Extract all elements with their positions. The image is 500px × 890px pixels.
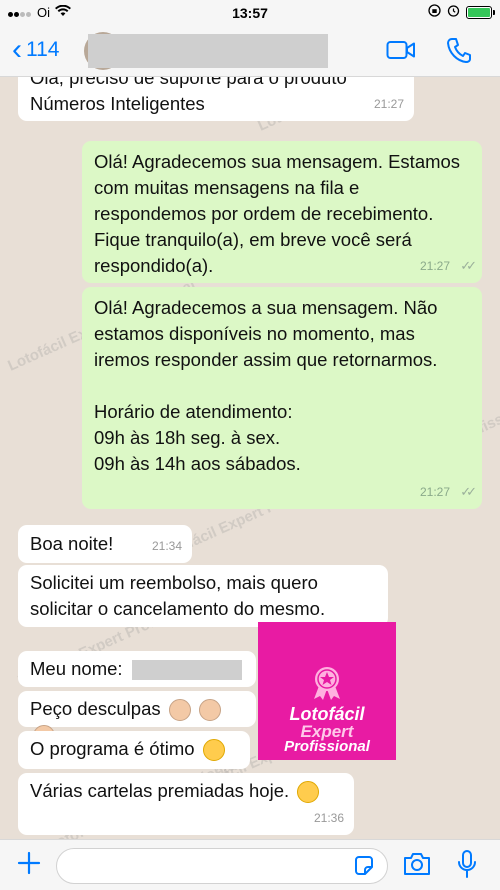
facepalm-emoji-icon — [168, 699, 191, 722]
message-time: 21:27 — [373, 97, 404, 111]
message-input[interactable] — [56, 848, 388, 884]
orientation-lock-icon — [428, 4, 441, 20]
message-time: 21:27 — [419, 485, 450, 499]
status-right — [428, 4, 495, 20]
message-incoming[interactable]: Solicitei um reembolso, mais quero solic… — [18, 565, 388, 627]
alarm-icon — [447, 4, 460, 20]
message-incoming[interactable]: Olá, preciso de suporte para o produto N… — [18, 77, 414, 121]
message-outgoing[interactable]: Olá! Agradecemos sua mensagem. Estamos c… — [82, 141, 482, 283]
message-text: Números Inteligentes — [30, 93, 205, 114]
message-text: Meu nome: — [30, 658, 123, 679]
message-time: 21:36 — [313, 811, 344, 825]
message-incoming[interactable]: Boa noite! 21:34 — [18, 525, 192, 563]
sticker-icon[interactable] — [353, 855, 375, 882]
chat-area[interactable]: Lotofácil Expert Profissional Lotofácil … — [0, 77, 500, 839]
message-text: Várias cartelas premiadas hoje. — [30, 780, 290, 801]
message-incoming[interactable]: O programa é ótimo — [18, 731, 250, 769]
star-struck-emoji-icon — [297, 781, 320, 804]
message-text: Olá! Agradecemos sua mensagem. Estamos c… — [94, 151, 461, 276]
microphone-icon[interactable] — [456, 849, 478, 884]
star-struck-emoji-icon — [202, 739, 225, 762]
facepalm-emoji-icon — [198, 699, 221, 722]
message-text: 09h às 18h seg. à sex. — [94, 427, 281, 448]
ribbon-award-icon — [314, 667, 340, 700]
message-text: Olá! Agradecemos a sua mensagem. Não est… — [94, 297, 438, 370]
logo-line3: Profissional — [284, 738, 370, 755]
message-text: 09h às 14h aos sábados. — [94, 453, 301, 474]
message-text: O programa é ótimo — [30, 738, 195, 759]
status-bar: Oi 13:57 — [0, 0, 500, 26]
read-receipt-icon: ✓✓ — [460, 258, 477, 273]
camera-icon[interactable] — [402, 851, 432, 882]
video-call-icon[interactable] — [386, 38, 416, 67]
status-time: 13:57 — [232, 5, 268, 21]
contact-name-redacted[interactable] — [88, 34, 328, 68]
message-text: Boa noite! — [30, 533, 114, 554]
message-time: 21:34 — [151, 539, 182, 553]
battery-icon — [466, 5, 495, 19]
redacted-name — [131, 660, 242, 681]
message-text: Peço desculpas — [30, 698, 161, 719]
chat-header: ‹ 114 — [0, 26, 500, 77]
back-button[interactable]: ‹ 114 — [12, 33, 60, 66]
unread-count: 114 — [26, 38, 60, 61]
message-incoming[interactable]: Meu nome: — [18, 651, 256, 687]
message-text: Horário de atendimento: — [94, 401, 293, 422]
message-incoming[interactable]: Várias cartelas premiadas hoje. 21:36 — [18, 773, 354, 835]
message-incoming[interactable]: Peço desculpas — [18, 691, 256, 748]
message-time: 21:27 — [419, 259, 450, 273]
read-receipt-icon: ✓✓ — [460, 484, 477, 499]
input-bar — [0, 839, 500, 890]
brand-logo: Lotofácil Expert Profissional — [258, 622, 396, 760]
add-attachment-icon[interactable] — [16, 850, 42, 881]
phone-call-icon[interactable] — [447, 37, 471, 68]
chevron-left-icon: ‹ — [12, 33, 22, 66]
message-text: Olá, preciso de suporte para o produto — [30, 77, 347, 88]
message-text: Solicitei um reembolso, mais quero solic… — [30, 572, 326, 619]
message-outgoing[interactable]: Olá! Agradecemos a sua mensagem. Não est… — [82, 287, 482, 509]
